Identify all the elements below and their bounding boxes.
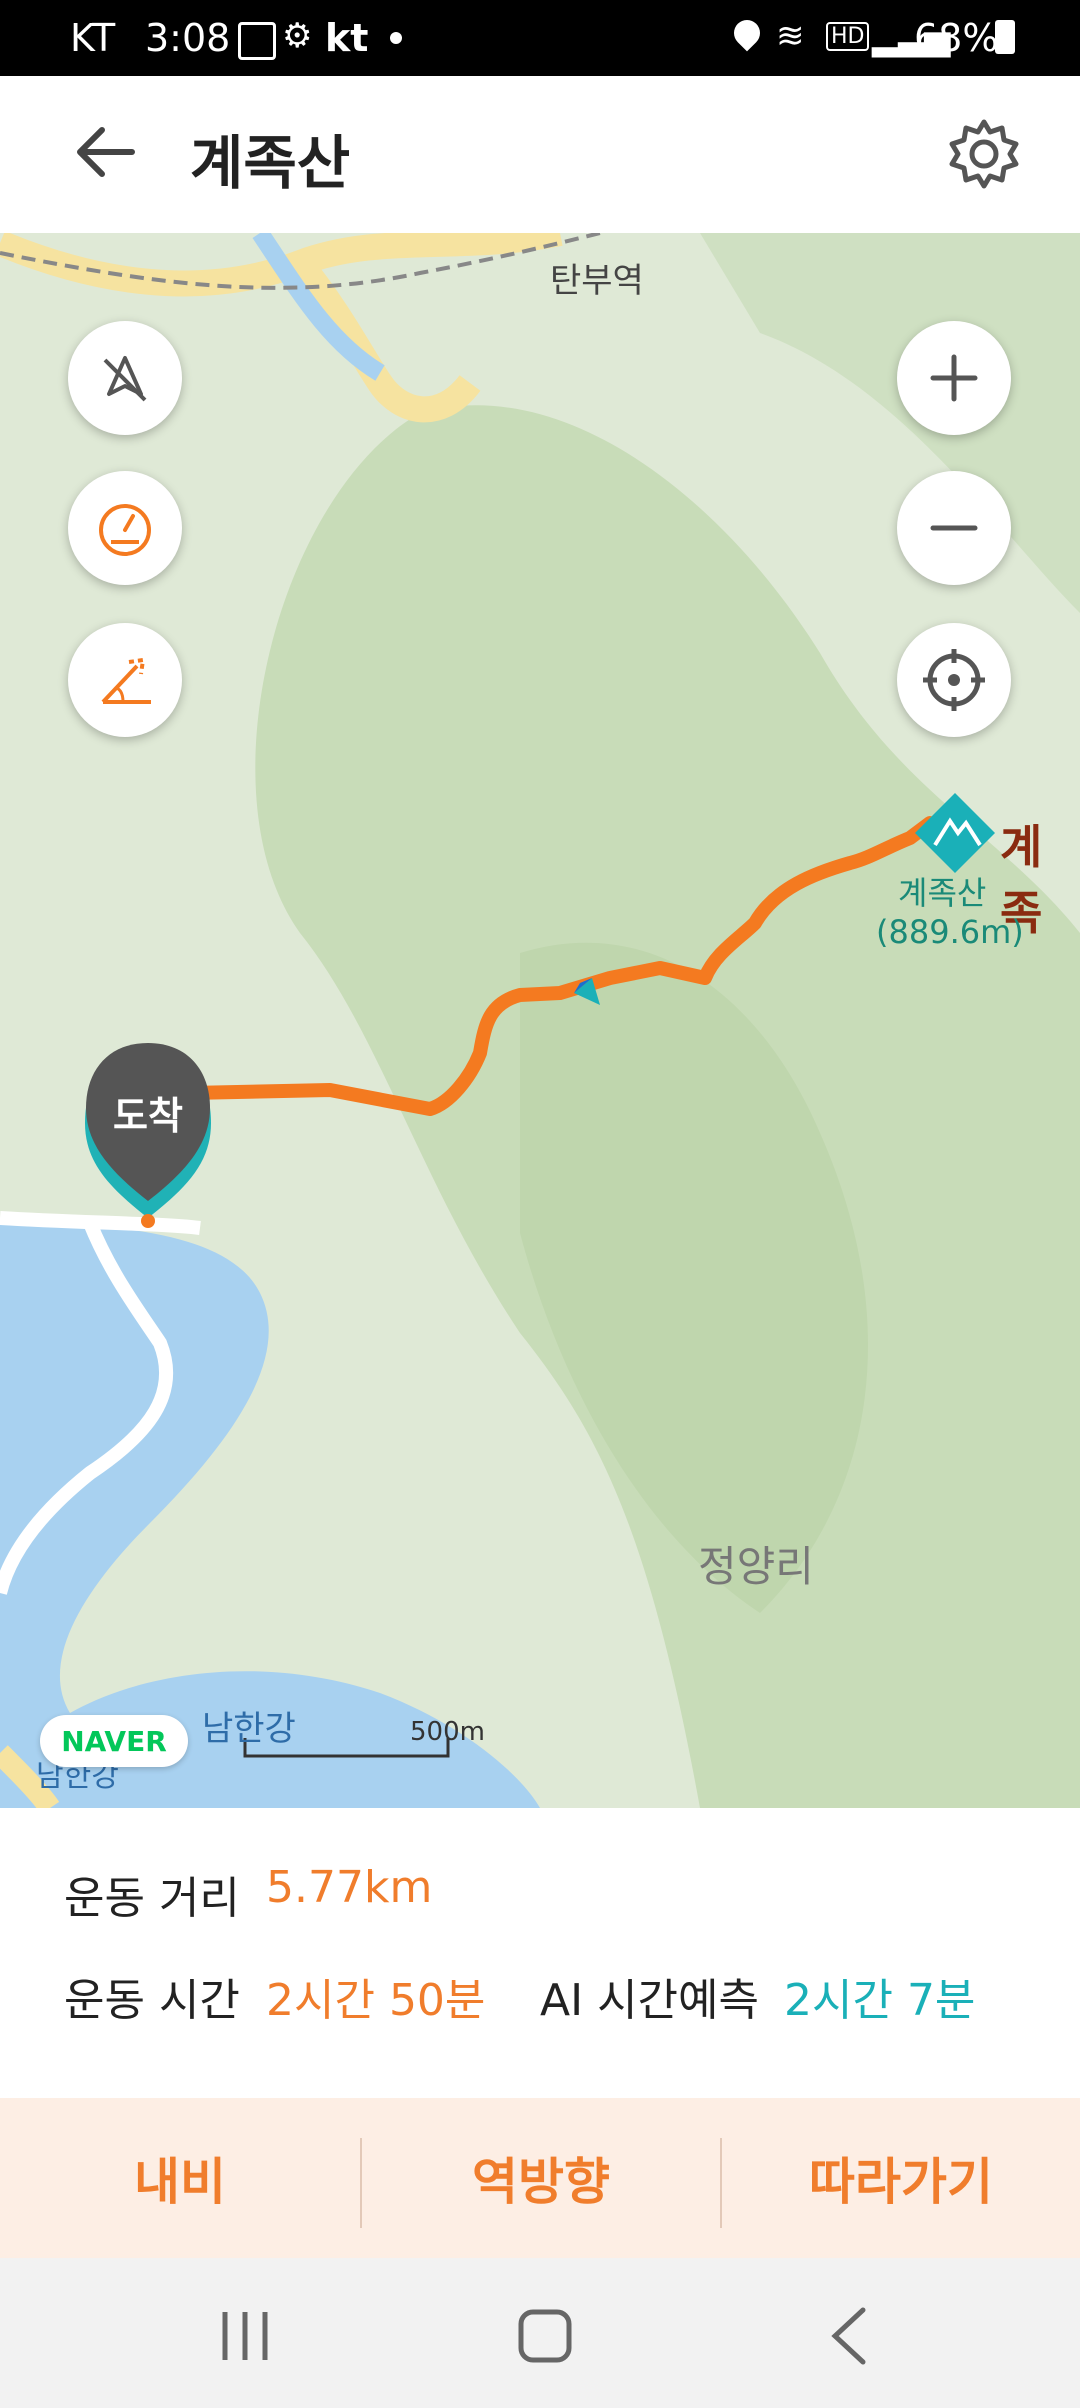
locate-icon [923, 649, 985, 711]
zoom-out-icon [930, 525, 978, 531]
wifi-icon: ≋ [776, 16, 805, 56]
location-icon [728, 14, 766, 52]
action-bar: 내비 역방향 따라가기 [0, 2098, 1080, 2258]
battery-icon [995, 20, 1015, 54]
distance-value: 5.77km [266, 1862, 433, 1913]
arrival-label: 도착 [113, 1094, 183, 1138]
time-label: 운동 시간 [64, 1975, 240, 2026]
reverse-button[interactable]: 역방향 [362, 2098, 720, 2258]
distance-label: 운동 거리 [64, 1873, 240, 1924]
slope-icon [101, 657, 151, 704]
hd-icon: HD [826, 22, 870, 51]
scale-label: 500m [410, 1717, 485, 1747]
navigation-button[interactable]: 내비 [0, 2098, 360, 2258]
locate-button[interactable] [897, 623, 1011, 737]
river-label: 남한강 [202, 1709, 296, 1749]
page-title: 계족산 [190, 129, 351, 197]
naver-logo: NAVER [40, 1715, 188, 1767]
battery-percent: 68% [914, 16, 999, 60]
system-nav-bar [0, 2258, 1080, 2408]
map-canvas [0, 233, 1080, 1808]
back-button[interactable] [66, 112, 146, 192]
gear-icon [949, 119, 1019, 189]
map-view[interactable]: 탄부역 계족 계족산 (889.6m) 정양리 남한강 남한강 500m NAV… [0, 233, 1080, 1808]
walk-icon: ⚙ [282, 16, 313, 56]
village-label: 정양리 [698, 1542, 814, 1591]
ai-estimate-label: AI 시간예측 [540, 1975, 759, 2026]
dot-icon [390, 32, 402, 44]
home-icon[interactable] [515, 2306, 575, 2366]
peak-elevation-label: (889.6m) [876, 913, 1024, 951]
compass-toggle-button[interactable] [68, 321, 182, 435]
kt-label: kt [325, 16, 369, 60]
arrow-left-icon [77, 127, 135, 177]
follow-button[interactable]: 따라가기 [722, 2098, 1080, 2258]
status-bar: KT 3:08 ⚙ kt ≋ HD ▂▃▅ 68% [0, 0, 1080, 76]
speed-button[interactable] [68, 471, 182, 585]
settings-button[interactable] [944, 114, 1024, 194]
info-sheet: 운동 거리 5.77km 운동 시간 2시간 50분 AI 시간예측 2시간 7… [0, 1808, 1080, 2408]
zoom-in-icon [930, 354, 978, 402]
clock: 3:08 [145, 16, 231, 60]
gallery-icon [238, 22, 276, 60]
zoom-out-button[interactable] [897, 471, 1011, 585]
back-nav-icon[interactable] [825, 2306, 875, 2366]
compass-off-icon [103, 356, 147, 402]
slope-button[interactable] [68, 623, 182, 737]
station-label: 탄부역 [550, 261, 644, 301]
ai-estimate-value: 2시간 7분 [784, 1975, 976, 2026]
zoom-in-button[interactable] [897, 321, 1011, 435]
carrier-label: KT [70, 16, 116, 60]
peak-name-label: 계족산 [898, 874, 987, 912]
recents-icon[interactable] [215, 2308, 275, 2364]
app-header: 계족산 [0, 76, 1080, 233]
time-value: 2시간 50분 [266, 1975, 486, 2026]
speedometer-icon [99, 504, 151, 556]
